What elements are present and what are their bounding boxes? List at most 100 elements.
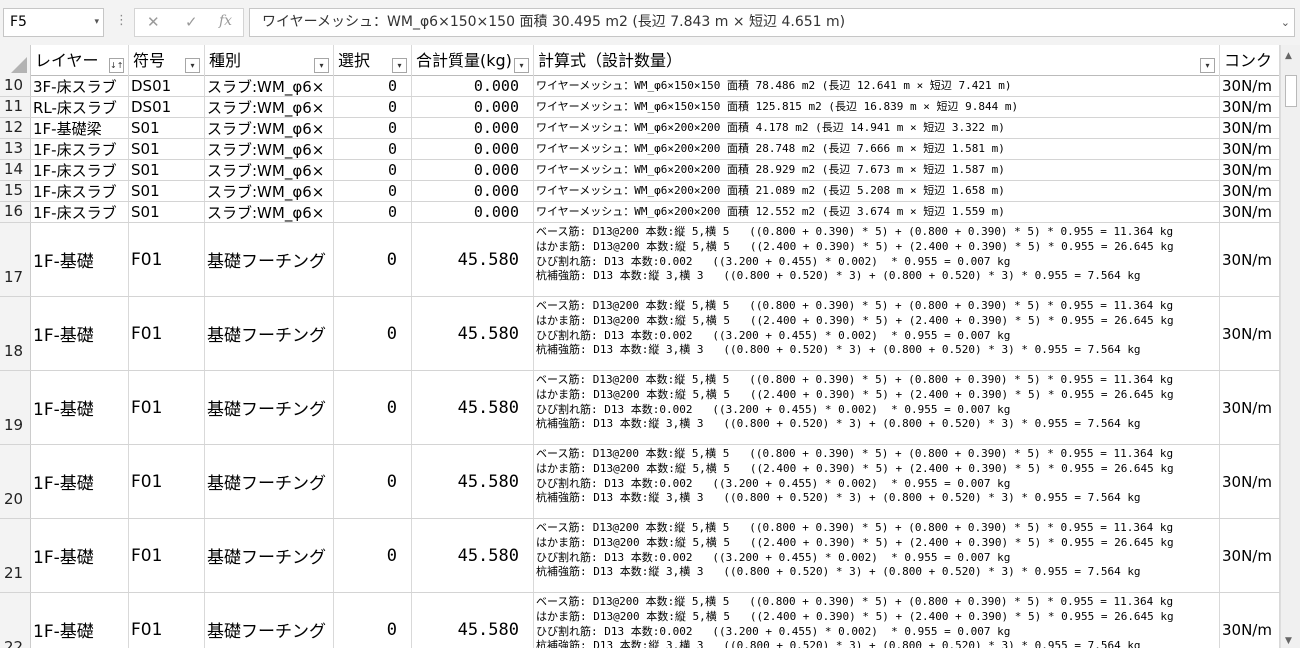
type-cell[interactable]: スラブ:WM_φ6× xyxy=(205,181,334,201)
select-cell[interactable]: 0 xyxy=(334,160,412,180)
type-cell[interactable]: スラブ:WM_φ6× xyxy=(205,139,334,159)
formula-cell[interactable]: ワイヤーメッシュ：WM_φ6×150×150 面積 78.486 m2 (長辺 … xyxy=(534,76,1220,96)
select-cell[interactable]: 0 xyxy=(334,139,412,159)
concrete-cell[interactable]: 30N/m xyxy=(1220,76,1280,96)
layer-cell[interactable]: 1F-基礎梁 xyxy=(31,118,129,138)
header-select[interactable]: 選択 ▾ xyxy=(334,45,412,76)
layer-cell[interactable]: 1F-基礎 xyxy=(31,593,129,648)
code-cell[interactable]: F01 xyxy=(129,297,205,370)
filter-dropdown-icon[interactable]: ▾ xyxy=(392,58,407,73)
row-header[interactable]: 11 xyxy=(0,97,31,117)
row-header[interactable]: 22 xyxy=(0,593,31,648)
select-cell[interactable]: 0 xyxy=(334,223,412,296)
filter-dropdown-icon[interactable]: ↓↑ xyxy=(109,58,124,73)
total-mass-cell[interactable]: 0.000 xyxy=(412,160,534,180)
layer-cell[interactable]: 3F-床スラブ xyxy=(31,76,129,96)
layer-cell[interactable]: 1F-基礎 xyxy=(31,445,129,518)
concrete-cell[interactable]: 30N/m xyxy=(1220,160,1280,180)
code-cell[interactable]: F01 xyxy=(129,445,205,518)
concrete-cell[interactable]: 30N/m xyxy=(1220,223,1280,296)
filter-dropdown-icon[interactable]: ▾ xyxy=(314,58,329,73)
row-header[interactable]: 13 xyxy=(0,139,31,159)
total-mass-cell[interactable]: 45.580 xyxy=(412,593,534,648)
code-cell[interactable]: S01 xyxy=(129,139,205,159)
layer-cell[interactable]: 1F-基礎 xyxy=(31,519,129,592)
concrete-cell[interactable]: 30N/m xyxy=(1220,519,1280,592)
type-cell[interactable]: スラブ:WM_φ6× xyxy=(205,160,334,180)
type-cell[interactable]: 基礎フーチング xyxy=(205,593,334,648)
total-mass-cell[interactable]: 45.580 xyxy=(412,297,534,370)
formula-cell[interactable]: ベース筋: D13@200 本数:縦 5,横 5 ((0.800 + 0.390… xyxy=(534,223,1220,296)
layer-cell[interactable]: 1F-床スラブ xyxy=(31,160,129,180)
select-cell[interactable]: 0 xyxy=(334,371,412,444)
type-cell[interactable]: 基礎フーチング xyxy=(205,519,334,592)
more-options-icon[interactable]: ⋮ xyxy=(115,13,128,28)
formula-cell[interactable]: ワイヤーメッシュ：WM_φ6×200×200 面積 4.178 m2 (長辺 1… xyxy=(534,118,1220,138)
code-cell[interactable]: F01 xyxy=(129,519,205,592)
type-cell[interactable]: 基礎フーチング xyxy=(205,297,334,370)
layer-cell[interactable]: 1F-床スラブ xyxy=(31,181,129,201)
select-cell[interactable]: 0 xyxy=(334,181,412,201)
formula-cell[interactable]: ワイヤーメッシュ：WM_φ6×200×200 面積 21.089 m2 (長辺 … xyxy=(534,181,1220,201)
total-mass-cell[interactable]: 0.000 xyxy=(412,118,534,138)
type-cell[interactable]: スラブ:WM_φ6× xyxy=(205,76,334,96)
header-formula[interactable]: 計算式（設計数量） ▾ xyxy=(534,45,1220,76)
type-cell[interactable]: スラブ:WM_φ6× xyxy=(205,118,334,138)
code-cell[interactable]: F01 xyxy=(129,371,205,444)
formula-cell[interactable]: ワイヤーメッシュ：WM_φ6×200×200 面積 28.929 m2 (長辺 … xyxy=(534,160,1220,180)
total-mass-cell[interactable]: 0.000 xyxy=(412,202,534,222)
concrete-cell[interactable]: 30N/m xyxy=(1220,297,1280,370)
enter-icon[interactable]: ✓ xyxy=(185,13,198,31)
header-code[interactable]: 符号 ▾ xyxy=(129,45,205,76)
header-total-mass[interactable]: 合計質量(kg) ▾ xyxy=(412,45,534,76)
select-cell[interactable]: 0 xyxy=(334,202,412,222)
select-cell[interactable]: 0 xyxy=(334,519,412,592)
total-mass-cell[interactable]: 0.000 xyxy=(412,181,534,201)
concrete-cell[interactable]: 30N/m xyxy=(1220,181,1280,201)
name-box[interactable]: F5 ▾ xyxy=(3,8,104,37)
concrete-cell[interactable]: 30N/m xyxy=(1220,97,1280,117)
select-cell[interactable]: 0 xyxy=(334,297,412,370)
code-cell[interactable]: F01 xyxy=(129,593,205,648)
concrete-cell[interactable]: 30N/m xyxy=(1220,593,1280,648)
formula-cell[interactable]: ベース筋: D13@200 本数:縦 5,横 5 ((0.800 + 0.390… xyxy=(534,593,1220,648)
concrete-cell[interactable]: 30N/m xyxy=(1220,371,1280,444)
layer-cell[interactable]: 1F-基礎 xyxy=(31,223,129,296)
row-header[interactable]: 15 xyxy=(0,181,31,201)
vertical-scrollbar[interactable]: ▲ ▼ xyxy=(1280,45,1300,648)
code-cell[interactable]: S01 xyxy=(129,181,205,201)
formula-cell[interactable]: ベース筋: D13@200 本数:縦 5,横 5 ((0.800 + 0.390… xyxy=(534,371,1220,444)
code-cell[interactable]: DS01 xyxy=(129,97,205,117)
formula-cell[interactable]: ワイヤーメッシュ：WM_φ6×150×150 面積 125.815 m2 (長辺… xyxy=(534,97,1220,117)
type-cell[interactable]: 基礎フーチング xyxy=(205,223,334,296)
header-layer[interactable]: レイヤー ↓↑ xyxy=(31,45,129,76)
formula-cell[interactable]: ワイヤーメッシュ：WM_φ6×200×200 面積 28.748 m2 (長辺 … xyxy=(534,139,1220,159)
row-header[interactable]: 20 xyxy=(0,445,31,518)
total-mass-cell[interactable]: 45.580 xyxy=(412,223,534,296)
code-cell[interactable]: DS01 xyxy=(129,76,205,96)
concrete-cell[interactable]: 30N/m xyxy=(1220,139,1280,159)
layer-cell[interactable]: 1F-床スラブ xyxy=(31,202,129,222)
layer-cell[interactable]: RL-床スラブ xyxy=(31,97,129,117)
cancel-icon[interactable]: ✕ xyxy=(147,13,160,31)
insert-function-icon[interactable]: fx xyxy=(219,13,232,29)
concrete-cell[interactable]: 30N/m xyxy=(1220,445,1280,518)
formula-cell[interactable]: ベース筋: D13@200 本数:縦 5,横 5 ((0.800 + 0.390… xyxy=(534,519,1220,592)
scroll-down-icon[interactable]: ▼ xyxy=(1285,636,1292,646)
total-mass-cell[interactable]: 0.000 xyxy=(412,76,534,96)
type-cell[interactable]: スラブ:WM_φ6× xyxy=(205,202,334,222)
formula-cell[interactable]: ベース筋: D13@200 本数:縦 5,横 5 ((0.800 + 0.390… xyxy=(534,445,1220,518)
total-mass-cell[interactable]: 45.580 xyxy=(412,519,534,592)
filter-dropdown-icon[interactable]: ▾ xyxy=(514,58,529,73)
row-header[interactable]: 16 xyxy=(0,202,31,222)
select-cell[interactable]: 0 xyxy=(334,76,412,96)
total-mass-cell[interactable]: 0.000 xyxy=(412,97,534,117)
select-cell[interactable]: 0 xyxy=(334,445,412,518)
row-header[interactable]: 18 xyxy=(0,297,31,370)
code-cell[interactable]: S01 xyxy=(129,118,205,138)
row-header[interactable]: 10 xyxy=(0,76,31,96)
row-header[interactable]: 17 xyxy=(0,223,31,296)
header-type[interactable]: 種別 ▾ xyxy=(205,45,334,76)
type-cell[interactable]: スラブ:WM_φ6× xyxy=(205,97,334,117)
type-cell[interactable]: 基礎フーチング xyxy=(205,445,334,518)
